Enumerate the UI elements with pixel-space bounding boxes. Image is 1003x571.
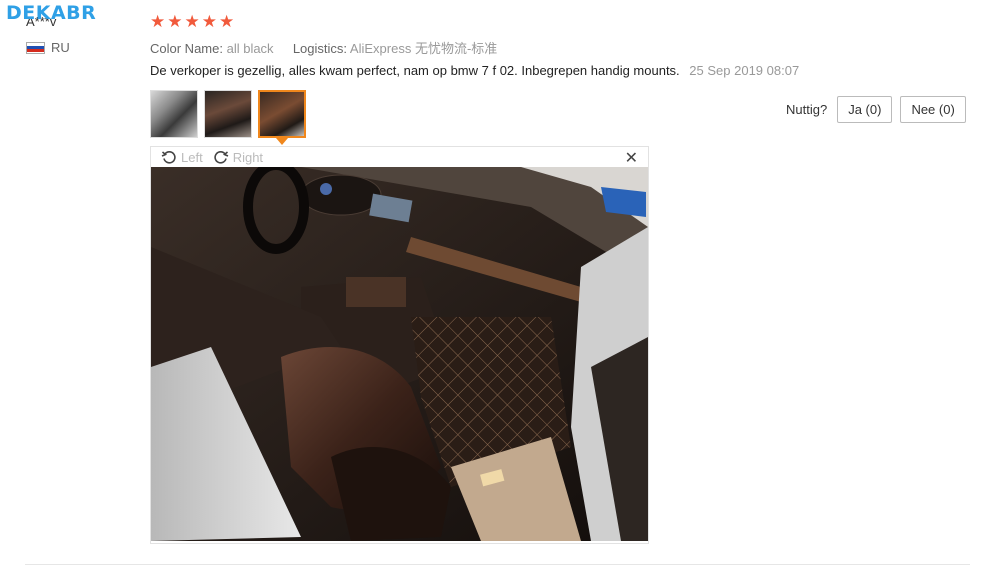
logistics-label: Logistics:	[292, 41, 348, 56]
review-text: De verkoper is gezellig, alles kwam perf…	[150, 63, 680, 78]
star-icon: ★	[219, 12, 235, 32]
helpful-no-button[interactable]: Nee (0)	[900, 96, 966, 123]
order-meta: Color Name: all black Logistics: AliExpr…	[150, 38, 497, 57]
thumbnail-3-selected[interactable]	[258, 90, 306, 138]
car-interior-image	[151, 167, 648, 541]
close-icon[interactable]: ✕	[625, 148, 638, 167]
watermark-logo: DEKABR	[6, 2, 97, 24]
photo-viewer: Left Right ✕	[150, 146, 649, 544]
rotate-right-label: Right	[232, 149, 264, 165]
reviewer-country: RU	[26, 40, 70, 55]
section-divider	[25, 564, 970, 565]
helpful-vote: Nuttig? Ja (0) Nee (0)	[786, 96, 966, 123]
star-icon: ★	[184, 12, 200, 32]
helpful-yes-button[interactable]: Ja (0)	[837, 96, 893, 123]
star-icon: ★	[150, 12, 166, 32]
review-date: 25 Sep 2019 08:07	[689, 63, 800, 78]
thumbnail-2[interactable]	[204, 90, 252, 138]
star-icon: ★	[201, 12, 217, 32]
photo-thumbnails	[150, 90, 306, 138]
star-rating: ★ ★ ★ ★ ★	[150, 12, 234, 32]
rotate-left-icon	[161, 151, 176, 164]
rotate-left-button[interactable]: Left	[161, 149, 203, 165]
review-body: De verkoper is gezellig, alles kwam perf…	[150, 63, 799, 78]
rotate-right-button[interactable]: Right	[213, 149, 263, 165]
rotate-right-icon	[214, 151, 229, 164]
color-label: Color Name:	[150, 41, 223, 56]
thumbnail-1[interactable]	[150, 90, 198, 138]
russia-flag-icon	[26, 41, 45, 54]
logistics-value: AliExpress 无忧物流-标准	[349, 41, 498, 56]
helpful-label: Nuttig?	[786, 102, 828, 117]
country-code: RU	[51, 40, 70, 55]
review-photo	[151, 167, 648, 541]
rotate-left-label: Left	[181, 149, 203, 165]
viewer-toolbar: Left Right ✕	[151, 147, 648, 167]
thumbnail-pointer-icon	[276, 138, 288, 145]
star-icon: ★	[167, 12, 183, 32]
color-value: all black	[226, 41, 274, 56]
